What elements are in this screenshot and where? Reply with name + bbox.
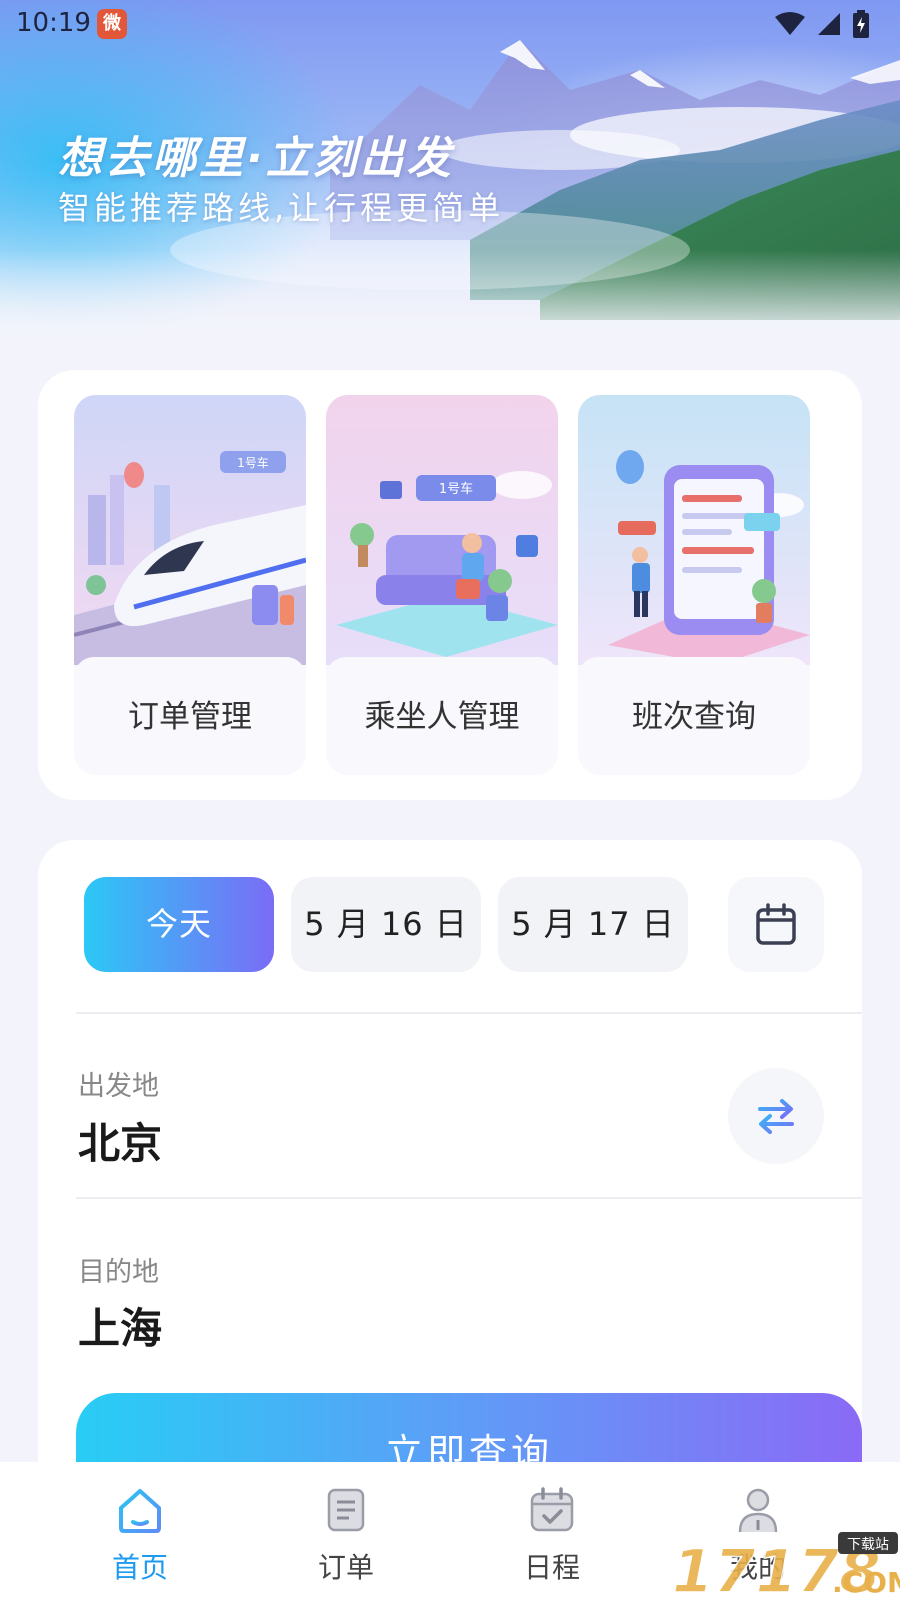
feature-passenger-management[interactable]: 1号车 乘坐人管理	[326, 395, 558, 775]
hero-subtitle: 智能推荐路线,让行程更简单	[58, 189, 505, 227]
destination-label: 目的地	[78, 1257, 159, 1288]
passenger-sign-text: 1号车	[439, 481, 473, 497]
calendar-icon	[756, 902, 796, 945]
feature-label: 乘坐人管理	[364, 699, 520, 735]
nav-label: 首页	[111, 1551, 168, 1584]
status-bar: 10:19 微	[0, 0, 900, 48]
nav-home[interactable]: 首页	[40, 1462, 240, 1600]
watermark-tag: 下载站	[847, 1537, 889, 1553]
calendar-button[interactable]	[728, 877, 824, 972]
train-sign-text: 1号车	[237, 455, 269, 470]
destination-city[interactable]: 上海	[78, 1295, 162, 1356]
profile-icon	[738, 1488, 778, 1533]
schedule-icon	[530, 1487, 574, 1532]
hero-title: 想去哪里·立刻出发	[58, 133, 454, 184]
swap-button[interactable]	[728, 1068, 824, 1164]
nav-orders[interactable]: 订单	[246, 1462, 446, 1600]
feature-schedule-query[interactable]: 班次查询	[578, 395, 810, 775]
status-time: 10:19	[16, 8, 91, 38]
feature-label: 订单管理	[128, 699, 252, 735]
nav-schedule[interactable]: 日程	[452, 1462, 652, 1600]
battery-icon	[853, 10, 869, 38]
train-illustration-icon: 1号车	[74, 395, 306, 665]
feature-order-management[interactable]: 1号车 订单管理	[74, 395, 306, 775]
swap-arrows-icon	[758, 1099, 794, 1134]
watermark-suffix: .COM	[832, 1566, 900, 1599]
status-icons	[774, 10, 870, 38]
signal-icon	[818, 13, 840, 35]
home-icon	[119, 1489, 161, 1533]
departure-city[interactable]: 北京	[78, 1110, 162, 1171]
date-chip-today[interactable]: 今天	[84, 877, 274, 972]
site-watermark: 17178 下载站 .COM	[672, 1532, 900, 1600]
divider	[76, 1012, 862, 1014]
nav-label: 订单	[317, 1551, 374, 1584]
feature-card: 1号车 订单管理 1号车 乘坐人管理 班次查询	[38, 370, 862, 800]
departure-label: 出发地	[78, 1071, 159, 1102]
date-chip-may-17[interactable]: 5 月 17 日	[498, 877, 688, 972]
schedule-illustration-icon	[578, 395, 810, 665]
nav-label: 日程	[523, 1551, 580, 1584]
notification-app-icon: 微	[97, 9, 127, 39]
hero-fade	[0, 250, 900, 340]
date-chip-may-16[interactable]: 5 月 16 日	[291, 877, 481, 972]
wifi-icon	[775, 12, 805, 35]
hero-banner: 想去哪里·立刻出发 智能推荐路线,让行程更简单	[0, 0, 900, 340]
divider	[76, 1197, 862, 1199]
order-icon	[327, 1488, 365, 1532]
passenger-illustration-icon: 1号车	[326, 395, 558, 665]
feature-label: 班次查询	[632, 699, 756, 735]
